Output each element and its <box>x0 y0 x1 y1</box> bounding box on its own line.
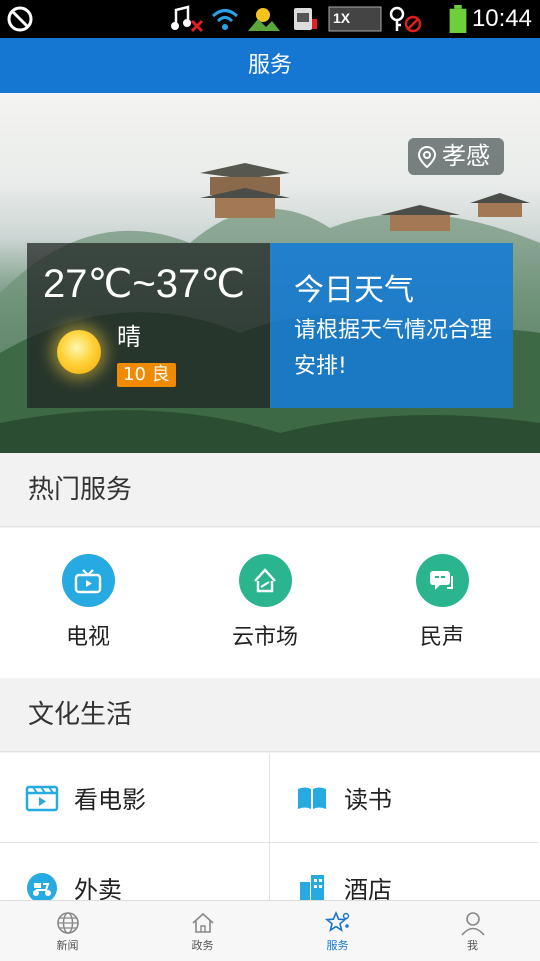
tab-label: 服务 <box>326 939 349 952</box>
culture-item-movie[interactable]: 看电影 <box>0 753 269 843</box>
tab-me[interactable]: 我 <box>405 909 540 953</box>
sd-card-icon <box>294 8 317 30</box>
location-pin-icon <box>418 145 436 168</box>
weather-advice: 请根据天气情况合理安排! <box>294 318 493 379</box>
location-name: 孝感 <box>442 142 490 170</box>
hot-service-voice[interactable]: 民声 <box>382 554 502 651</box>
location-badge[interactable]: 孝感 <box>408 138 504 175</box>
clock: 10:44 <box>471 5 532 32</box>
culture-item-takeout[interactable]: 外卖 <box>0 843 269 903</box>
culture-item-label: 看电影 <box>74 786 146 814</box>
temperature-range: 27℃~37℃ <box>43 262 246 306</box>
hotel-icon <box>294 870 330 904</box>
status-bar: 1X 10:44 <box>0 0 540 38</box>
scooter-icon <box>24 870 60 904</box>
film-icon <box>24 780 60 816</box>
book-icon <box>294 780 330 816</box>
hot-service-label: 民声 <box>419 625 464 650</box>
tab-label: 新闻 <box>56 939 79 952</box>
hot-service-tv[interactable]: 电视 <box>28 554 148 651</box>
weather-banner: 孝感 27℃~37℃ 晴 10 良 今日天气 请根据天气情况合理安排! <box>0 93 540 453</box>
bottom-tab-bar: 新闻 政务 服务 我 <box>0 900 540 961</box>
sunny-icon <box>57 330 101 374</box>
key-blocked-icon <box>389 6 422 33</box>
home-icon <box>135 909 270 937</box>
star-icon <box>270 909 405 937</box>
culture-item-hotel[interactable]: 酒店 <box>270 843 539 903</box>
culture-life-title: 文化生活 <box>0 678 540 752</box>
weather-condition: 晴 <box>117 323 141 351</box>
battery-icon <box>449 5 467 33</box>
tab-news[interactable]: 新闻 <box>0 909 135 953</box>
culture-item-books[interactable]: 读书 <box>270 753 539 843</box>
hot-service-label: 电视 <box>65 625 110 650</box>
tv-icon <box>61 554 115 607</box>
svg-text:1X: 1X <box>333 10 351 26</box>
hot-service-market[interactable]: 云市场 <box>205 554 325 651</box>
culture-item-label: 外卖 <box>74 876 122 903</box>
no-sim-icon <box>7 6 33 32</box>
wifi-icon <box>211 9 239 30</box>
weather-summary: 27℃~37℃ 晴 10 良 <box>27 243 270 408</box>
page-title: 服务 <box>0 38 540 93</box>
tab-services[interactable]: 服务 <box>270 909 405 953</box>
chat-icon <box>415 554 469 607</box>
hot-service-label: 云市场 <box>231 625 298 650</box>
tab-label: 我 <box>467 939 478 952</box>
culture-item-label: 酒店 <box>344 876 392 903</box>
market-icon <box>238 554 292 607</box>
culture-item-label: 读书 <box>344 786 392 814</box>
globe-icon <box>0 909 135 937</box>
weather-panel-title: 今日天气 <box>294 273 414 308</box>
tab-government[interactable]: 政务 <box>135 909 270 953</box>
hot-services: 电视 云市场 民声 <box>0 528 540 678</box>
tab-label: 政务 <box>191 939 214 952</box>
photo-icon <box>248 8 280 31</box>
zoom-1x-icon: 1X <box>328 6 382 32</box>
aqi-badge: 10 良 <box>117 363 176 387</box>
weather-advice-panel[interactable]: 今日天气 请根据天气情况合理安排! <box>270 243 513 408</box>
hot-services-title: 热门服务 <box>0 453 540 527</box>
music-muted-icon <box>171 5 204 33</box>
culture-life-grid: 看电影 读书 外卖 酒店 <box>0 753 540 903</box>
user-icon <box>405 909 540 937</box>
